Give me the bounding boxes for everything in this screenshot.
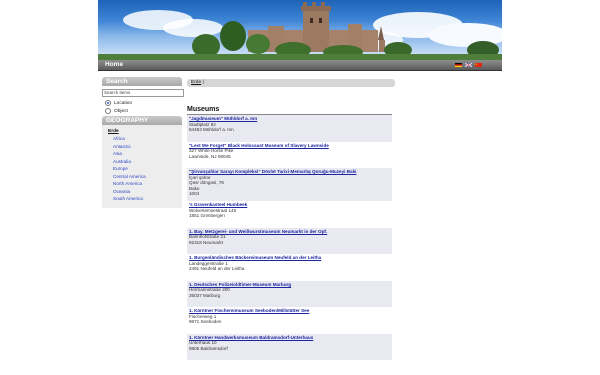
- museum-item: "Şirvanşahlar Sarayı Kompleksi" Dövlət T…: [187, 168, 392, 201]
- geo-item-oceania[interactable]: Oceania: [108, 188, 182, 196]
- geo-item-antarctic[interactable]: Antarctic: [108, 143, 182, 151]
- geo-item-asia[interactable]: Asia: [108, 150, 182, 158]
- geo-item-europe[interactable]: Europe: [108, 165, 182, 173]
- museum-item: "Jagdmuseum" Mühldorf a. Inn Stadtplatz …: [187, 115, 392, 142]
- museum-item: 1. Deutsches Polizeioldtimer-Museum Marb…: [187, 280, 392, 307]
- language-selector: [455, 63, 482, 67]
- top-nav-bar: Home: [98, 60, 502, 71]
- search-option-location[interactable]: Location: [105, 99, 182, 107]
- geo-item-australia[interactable]: Australia: [108, 158, 182, 166]
- breadcrumb-separator: |: [202, 80, 204, 85]
- header-banner: [98, 0, 502, 60]
- option-label: Object: [114, 108, 128, 114]
- museum-item: 1. Bay. Metzgerei- und Weißwurstmuseum N…: [187, 227, 392, 254]
- museum-item: 1. Kärntner Fischereimuseum Seeboden/Mil…: [187, 307, 392, 334]
- museum-address-line: 35037 Marburg: [189, 292, 221, 298]
- geo-item-north-america[interactable]: North America: [108, 180, 182, 188]
- castle-banner-image: [98, 2, 502, 60]
- geo-root-link[interactable]: Erde: [108, 128, 182, 135]
- search-heading: Search: [102, 77, 182, 86]
- museum-item: 's Gravenkasteel Humbeek Wolvertemsestra…: [187, 201, 392, 228]
- museum-address-line: 2491 Neufeld an der Leitha: [189, 266, 245, 272]
- geo-item-central-america[interactable]: Central America: [108, 173, 182, 181]
- museum-item: "Lest We Forget" Black Holocaust Museum …: [187, 142, 392, 169]
- sidebar: Search Search items Location Object GEOG…: [102, 77, 184, 208]
- option-label: Location: [114, 100, 133, 106]
- german-flag-icon[interactable]: [455, 63, 462, 67]
- museum-item: 1. Burgenländisches Bäckereimuseum Neufe…: [187, 254, 392, 281]
- museum-address-line: 9805 Baldramsdorf: [189, 345, 228, 351]
- geography-heading: GEOGRAPHY: [102, 116, 182, 125]
- breadcrumb-link[interactable]: Erde: [187, 80, 201, 85]
- search-input[interactable]: Search items: [102, 89, 184, 97]
- page-title: Museums: [187, 106, 220, 113]
- museum-item: 1. Kärntner Handwerksmuseum Baldramsdorf…: [187, 333, 392, 360]
- home-link[interactable]: Home: [105, 61, 123, 68]
- radio-selected-icon[interactable]: [105, 100, 111, 106]
- chinese-flag-icon[interactable]: [475, 63, 482, 67]
- geo-item-south-america[interactable]: South America: [108, 195, 182, 203]
- museum-list: "Jagdmuseum" Mühldorf a. Inn Stadtplatz …: [187, 115, 392, 360]
- museum-address-line: 9871 Seeboden: [189, 319, 222, 325]
- search-option-object[interactable]: Object: [105, 107, 182, 115]
- geo-item-africa[interactable]: Africa: [108, 135, 182, 143]
- english-flag-icon[interactable]: [465, 63, 472, 67]
- museum-address-line: Lawnside, NJ 08045: [189, 153, 231, 159]
- geography-list: Erde Africa Antarctic Asia Australia Eur…: [102, 125, 182, 208]
- radio-unselected-icon[interactable]: [105, 108, 111, 114]
- museum-address-line: 1851 Grimbergen: [189, 213, 225, 219]
- breadcrumb: Erde |: [187, 79, 395, 87]
- museum-address-line: 1004: [189, 191, 200, 197]
- museum-address-line: 84453 Mühldorf a. Inn: [189, 127, 234, 133]
- museum-address-line: 92318 Neumarkt: [189, 239, 223, 245]
